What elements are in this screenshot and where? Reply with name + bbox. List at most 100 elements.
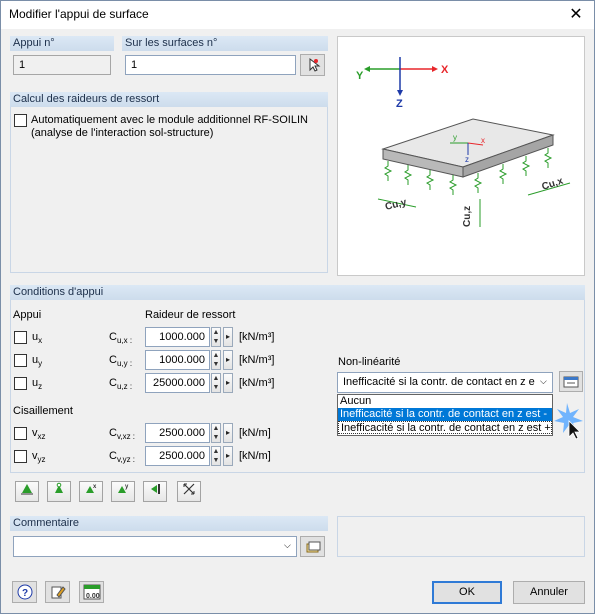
close-icon[interactable]: ✕	[566, 4, 586, 24]
fixed-support-icon	[21, 484, 33, 495]
cvxz-input[interactable]: 2500.000	[145, 423, 210, 443]
dropdown-option-positif[interactable]: Inefficacité si la contr. de contact en …	[338, 421, 552, 434]
edit-button[interactable]	[45, 581, 70, 603]
nonlin-value: Inefficacité si la contr. de contact en …	[343, 376, 535, 388]
uy-checkbox[interactable]	[14, 354, 27, 367]
wall-support-icon	[151, 484, 160, 494]
help-icon: ?	[17, 584, 32, 600]
cux-label: Cu,x :	[109, 331, 133, 346]
cvyz-input[interactable]: 2500.000	[145, 446, 210, 466]
slab-axis-x-label: x	[481, 136, 485, 145]
nonlin-label: Non-linéarité	[338, 356, 401, 368]
uy-label: uy	[32, 354, 43, 369]
cux-input[interactable]: 1000.000	[145, 327, 210, 347]
decimal-places-button[interactable]: 0.00	[79, 581, 104, 603]
cvyz-spinner[interactable]: ▲ ▼	[211, 446, 221, 466]
comment-side-panel	[337, 516, 585, 557]
label-cuy: Cu,y	[384, 197, 408, 213]
vyz-checkbox[interactable]	[14, 450, 27, 463]
uz-checkbox[interactable]	[14, 377, 27, 390]
axis-y-arrow	[364, 66, 370, 72]
rf-soilin-label: Automatiquement avec le module additionn…	[31, 114, 308, 126]
axis-z-arrow	[397, 90, 403, 96]
comment-input[interactable]	[13, 536, 297, 557]
support-type-x-button[interactable]: x	[79, 481, 103, 502]
cvxz-spinner[interactable]: ▲ ▼	[211, 423, 221, 443]
support-diagram: Y X Z y x z Cu,y Cu,x Cu,z	[337, 36, 585, 276]
ok-button[interactable]: OK	[432, 581, 502, 604]
window-title: Modifier l'appui de surface	[9, 7, 149, 21]
slab-axis-y-label: y	[453, 133, 457, 142]
cuy-input[interactable]: 1000.000	[145, 350, 210, 370]
nonlin-select[interactable]: Inefficacité si la contr. de contact en …	[337, 372, 553, 393]
cuy-arrow-button[interactable]: ▸	[223, 350, 233, 370]
comment-header: Commentaire	[10, 516, 328, 531]
dropdown-option-aucun[interactable]: Aucun	[338, 395, 552, 408]
support-type-hinged-button[interactable]	[47, 481, 71, 502]
vyz-label: vyz	[32, 450, 46, 465]
support-type-y-button[interactable]: y	[111, 481, 135, 502]
cuy-unit: [kN/m³]	[239, 354, 275, 366]
cvxz-label: Cv,xz :	[109, 427, 136, 442]
cuz-label: Cu,z :	[109, 377, 133, 392]
ux-checkbox[interactable]	[14, 331, 27, 344]
support-type-fixed-button[interactable]	[15, 481, 39, 502]
pick-cursor-icon	[309, 57, 320, 72]
support-y-icon: y	[118, 484, 129, 493]
dialog-window: Modifier l'appui de surface ✕ Appui n° 1…	[0, 0, 595, 614]
appui-header: Appui n°	[10, 36, 114, 51]
help-button[interactable]: ?	[12, 581, 37, 603]
cisaillement-label: Cisaillement	[13, 405, 73, 417]
label-cux: Cu,x	[541, 176, 565, 193]
cvyz-arrow-button[interactable]: ▸	[223, 446, 233, 466]
rf-soilin-sublabel: (analyse de l'interaction sol-structure)	[31, 127, 214, 139]
surfaces-input[interactable]: 1	[125, 55, 296, 75]
svg-text:?: ?	[22, 588, 28, 599]
support-illustration: Y X Z y x z Cu,y Cu,x Cu,z	[356, 57, 571, 227]
support-wall-button[interactable]	[143, 481, 167, 502]
support-free-button[interactable]	[177, 481, 201, 502]
support-x-icon: x	[86, 484, 97, 493]
nonlin-settings-button[interactable]	[559, 371, 583, 392]
cux-spinner[interactable]: ▲ ▼	[211, 327, 221, 347]
nonlin-dropdown-list: Aucun Inefficacité si la contr. de conta…	[337, 394, 553, 436]
cux-arrow-button[interactable]: ▸	[223, 327, 233, 347]
hinged-support-icon	[55, 482, 63, 493]
cux-unit: [kN/m³]	[239, 331, 275, 343]
cuy-label: Cu,y :	[109, 354, 133, 369]
pick-surface-button[interactable]	[300, 54, 325, 76]
axis-y-label: Y	[356, 70, 364, 82]
cancel-button[interactable]: Annuler	[513, 581, 585, 604]
chevron-down-icon[interactable]: ⌵	[540, 376, 547, 387]
cvxz-arrow-button[interactable]: ▸	[223, 423, 233, 443]
conditions-header: Conditions d'appui	[10, 285, 585, 300]
surfaces-header: Sur les surfaces n°	[122, 36, 328, 51]
cuy-spinner[interactable]: ▲ ▼	[211, 350, 221, 370]
cvyz-label: Cv,yz :	[109, 450, 136, 465]
axis-x-label: X	[441, 64, 449, 76]
slab-axis-z-label: z	[465, 155, 469, 164]
cvyz-unit: [kN/m]	[239, 450, 271, 462]
cuz-unit: [kN/m³]	[239, 377, 275, 389]
axis-x-arrow	[432, 66, 438, 72]
svg-text:0.00: 0.00	[86, 593, 100, 600]
cuz-arrow-button[interactable]: ▸	[223, 373, 233, 393]
vxz-checkbox[interactable]	[14, 427, 27, 440]
ux-label: ux	[32, 331, 43, 346]
dropdown-option-negatif[interactable]: Inefficacité si la contr. de contact en …	[338, 408, 552, 421]
rf-soilin-checkbox[interactable]	[14, 114, 27, 127]
comment-library-button[interactable]	[300, 536, 325, 557]
title-bar: Modifier l'appui de surface ✕	[1, 1, 594, 29]
svg-text:y: y	[125, 484, 129, 490]
label-cuz: Cu,z	[462, 206, 473, 227]
axis-z-label: Z	[396, 98, 403, 110]
uz-label: uz	[32, 377, 43, 392]
decimal-places-icon: 0.00	[83, 584, 100, 600]
comment-chevron-down-icon[interactable]: ⌵	[284, 540, 291, 551]
calcul-header: Calcul des raideurs de ressort	[10, 92, 328, 107]
vxz-label: vxz	[32, 427, 46, 442]
cuz-spinner[interactable]: ▲ ▼	[211, 373, 221, 393]
cuz-input[interactable]: 25000.000	[145, 373, 210, 393]
free-support-icon	[183, 483, 195, 495]
settings-dialog-icon	[563, 376, 579, 388]
